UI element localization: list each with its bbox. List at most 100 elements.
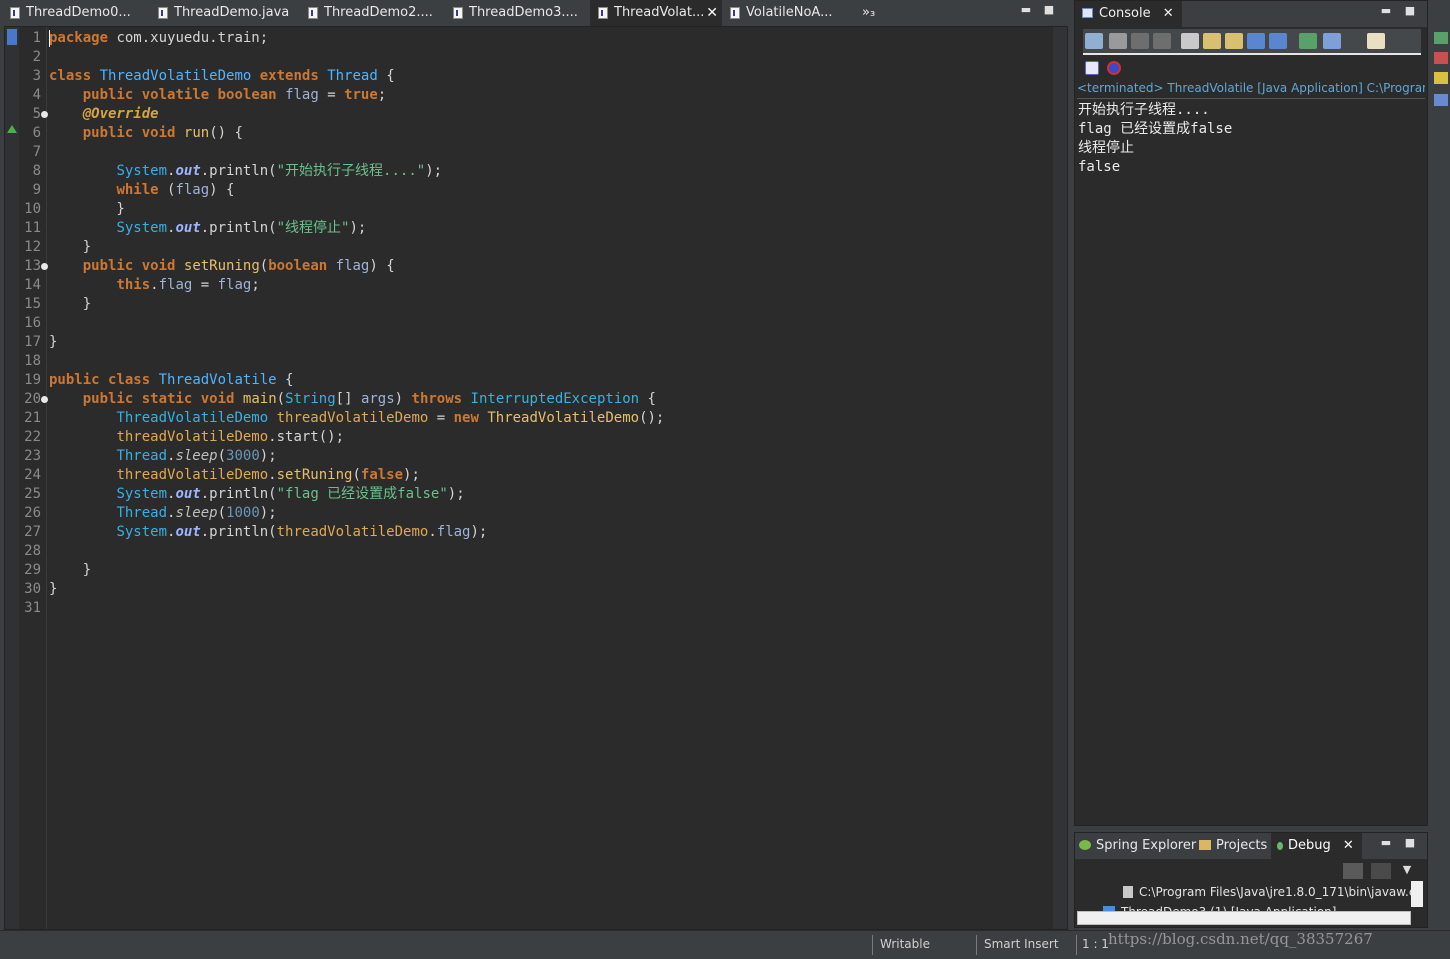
tab-console[interactable]: Console ✕ xyxy=(1075,1,1182,27)
fold-toggle-icon[interactable] xyxy=(41,111,48,118)
open-console-icon[interactable] xyxy=(1367,33,1385,49)
tab-debug[interactable]: Debug ✕ xyxy=(1271,833,1362,859)
tab-label: Spring Explorer xyxy=(1096,838,1197,853)
code-line: package com.xuyuedu.train; xyxy=(49,29,268,48)
refresh-icon[interactable] xyxy=(1085,33,1103,49)
java-app-icon[interactable] xyxy=(1107,61,1121,75)
editor-vertical-scrollbar[interactable] xyxy=(1053,27,1067,929)
line-number: 12 xyxy=(24,239,41,255)
tab-threaddemo2[interactable]: ThreadDemo2.... xyxy=(308,0,448,26)
code-token: ); xyxy=(425,163,443,179)
word-wrap-icon[interactable] xyxy=(1225,33,1243,49)
code-token: } xyxy=(49,581,58,597)
minimize-icon[interactable]: ▬ xyxy=(1019,4,1033,18)
remove-all-icon[interactable] xyxy=(1153,33,1171,49)
debug-view-menu-icon[interactable] xyxy=(1371,863,1391,879)
clear-console-icon[interactable] xyxy=(1181,33,1199,49)
code-line: while (flag) { xyxy=(49,181,234,200)
code-editor[interactable]: 1 2 3 4 5 6 7 8 9 10 11 12 13 14 15 16 17 18 19 20 21 22 23 24 2… xyxy=(4,26,1068,930)
markers-icon[interactable] xyxy=(1434,52,1448,64)
tree-item-label: C:\Program Files\Java\jre1.8.0_171\bin\j… xyxy=(1139,885,1417,899)
code-token: ); xyxy=(403,467,420,483)
code-token: String xyxy=(285,391,336,407)
line-number: 1 xyxy=(32,30,41,46)
maximize-icon[interactable]: ■ xyxy=(1042,4,1056,18)
close-console-icon[interactable]: ✕ xyxy=(1163,6,1174,21)
code-token: flag xyxy=(217,277,252,293)
code-token: ) { xyxy=(369,258,395,274)
close-tab-icon[interactable]: ✕ xyxy=(706,0,718,26)
code-text-area[interactable]: package com.xuyuedu.train; class ThreadVo… xyxy=(49,27,1053,929)
code-token: void xyxy=(200,391,235,407)
code-token: { xyxy=(276,372,294,388)
console-output-line: 线程停止 xyxy=(1078,140,1134,156)
fold-toggle-icon[interactable] xyxy=(41,263,48,270)
tab-spring-explorer[interactable]: Spring Explorer xyxy=(1079,833,1196,859)
tasks-icon[interactable] xyxy=(1434,72,1448,84)
tab-threaddemo-java[interactable]: ThreadDemo.java xyxy=(158,0,298,26)
code-token: out xyxy=(175,220,201,236)
code-line: class ThreadVolatileDemo extends Thread … xyxy=(49,67,395,86)
code-token: { xyxy=(639,391,656,407)
console-output-line: false xyxy=(1078,159,1121,175)
code-token: { xyxy=(377,68,395,84)
code-token: "线程停止" xyxy=(276,220,350,236)
code-token: public xyxy=(82,87,134,103)
servers-icon[interactable] xyxy=(1434,32,1448,44)
tab-threaddemo3[interactable]: ThreadDemo3.... xyxy=(453,0,593,26)
minimize-icon[interactable]: ▬ xyxy=(1379,5,1393,19)
show-on-output-icon[interactable] xyxy=(1247,33,1265,49)
line-number: 22 xyxy=(24,429,41,445)
status-cursor-position: 1 : 1 xyxy=(1082,937,1109,951)
debug-vertical-scrollbar[interactable] xyxy=(1411,881,1423,907)
line-number: 17 xyxy=(24,334,41,350)
console-tab-label: Console xyxy=(1099,6,1151,21)
right-trim-toolbar xyxy=(1432,26,1450,126)
line-number: 7 xyxy=(32,144,41,160)
minimize-icon[interactable]: ▬ xyxy=(1379,837,1393,851)
tab-threaddemo0[interactable]: ThreadDemo0... xyxy=(10,0,150,26)
view-menu-chevron-icon[interactable]: ▼ xyxy=(1397,863,1417,879)
terminate-icon[interactable] xyxy=(1109,33,1127,49)
remove-launch-icon[interactable] xyxy=(1131,33,1149,49)
line-number: 4 xyxy=(32,87,41,103)
code-token: () { xyxy=(209,125,243,141)
line-number: 28 xyxy=(24,543,41,559)
maximize-icon[interactable]: ■ xyxy=(1403,5,1417,19)
console-output[interactable]: 开始执行子线程.... flag 已经设置成false 线程停止 false xyxy=(1078,101,1424,177)
code-token: flag xyxy=(175,182,210,198)
code-token: . xyxy=(150,277,159,293)
tab-volatilenoa[interactable]: VolatileNoA... xyxy=(730,0,850,26)
fold-toggle-icon[interactable] xyxy=(41,396,48,403)
code-line: } xyxy=(49,333,57,352)
close-debug-icon[interactable]: ✕ xyxy=(1343,838,1354,853)
pin-console-icon[interactable] xyxy=(1299,33,1317,49)
display-console-icon[interactable] xyxy=(1323,33,1341,49)
tab-projects[interactable]: Projects xyxy=(1199,833,1267,859)
remove-terminated-icon[interactable] xyxy=(1343,863,1363,879)
tab-threadvolatile[interactable]: ThreadVolat... ✕ xyxy=(590,0,722,26)
process-icon xyxy=(1123,886,1133,898)
scroll-lock-icon[interactable] xyxy=(1203,33,1221,49)
code-token: System xyxy=(116,163,168,179)
tree-item-process[interactable]: C:\Program Files\Java\jre1.8.0_171\bin\j… xyxy=(1123,883,1416,901)
code-token: volatile xyxy=(141,87,210,103)
show-on-error-icon[interactable] xyxy=(1269,33,1287,49)
code-token: "flag 已经设置成false" xyxy=(276,486,448,502)
console-page-icon[interactable] xyxy=(1085,61,1099,75)
code-line: System.out.println("线程停止"); xyxy=(49,219,366,238)
maximize-icon[interactable]: ■ xyxy=(1403,837,1417,851)
debug-horizontal-scrollbar[interactable] xyxy=(1077,911,1411,925)
console-icon xyxy=(1082,8,1093,18)
code-token: threadVolatileDemo xyxy=(116,429,269,445)
tab-overflow-button[interactable]: »₃ xyxy=(862,0,884,26)
code-line: public static void main(String[] args) t… xyxy=(49,390,656,409)
tab-label: VolatileNoA... xyxy=(746,5,833,20)
outline-icon[interactable] xyxy=(1434,94,1448,106)
line-number: 16 xyxy=(24,315,41,331)
